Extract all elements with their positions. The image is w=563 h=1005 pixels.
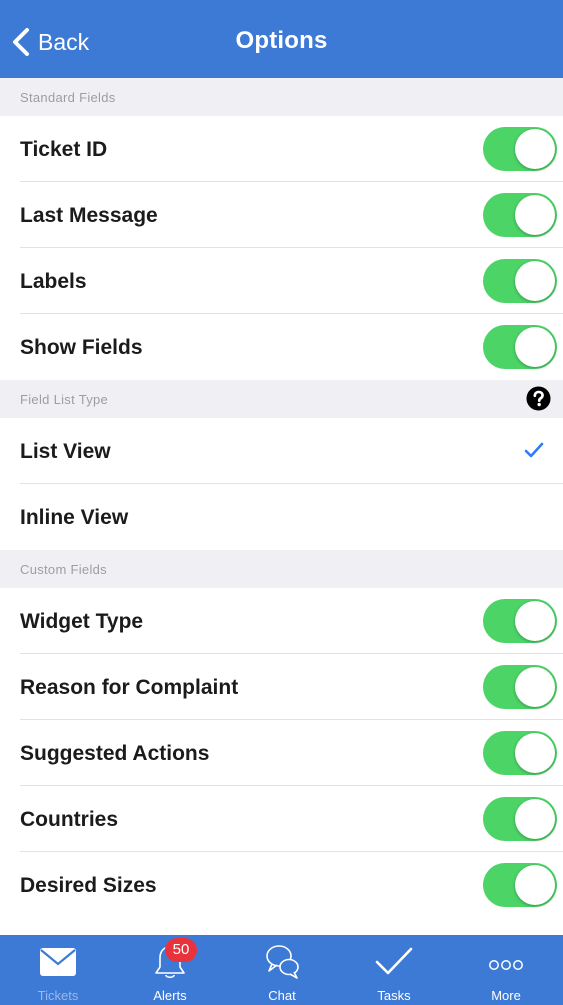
toggle-switch[interactable] [483,797,557,841]
section-header-field-list-type: Field List Type [0,380,563,418]
toggle-knob [515,327,555,367]
tab-label: Chat [268,988,296,1003]
checkmark-icon [375,947,413,975]
toggle-switch[interactable] [483,599,557,643]
option-label: List View [20,440,111,463]
toggle-switch[interactable] [483,665,557,709]
setting-label: Suggested Actions [20,742,210,765]
setting-label: Desired Sizes [20,874,157,897]
chat-bubbles-icon [266,945,299,979]
setting-row-desired-sizes: Desired Sizes [0,852,563,918]
envelope-icon [40,948,76,976]
toggle-knob [515,799,555,839]
tab-label: Tickets [37,988,79,1003]
question-circle-icon[interactable] [526,386,551,411]
toggle-switch[interactable] [483,259,557,303]
toggle-knob [515,667,555,707]
checkmark-icon [524,442,544,458]
section-header-standard-fields: Standard Fields [0,78,563,116]
tab-alerts[interactable]: 50 Alerts [114,935,226,1005]
toggle-switch[interactable] [483,731,557,775]
notification-badge: 50 [165,938,197,962]
tab-tasks[interactable]: Tasks [338,935,450,1005]
toggle-knob [515,865,555,905]
setting-label: Labels [20,270,87,293]
toggle-switch[interactable] [483,193,557,237]
tab-bar: Tickets 50 Alerts Chat Tasks More [0,935,563,1005]
setting-label: Widget Type [20,610,144,633]
section-header-label: Field List Type [20,392,109,407]
section-header-label: Standard Fields [20,90,116,105]
setting-row-countries: Countries [0,786,563,852]
navigation-bar: Back Options [0,0,563,78]
toggle-knob [515,601,555,641]
tab-label: Alerts [153,988,187,1003]
tab-label: More [491,988,521,1003]
option-row-inline-view[interactable]: Inline View [0,484,563,550]
toggle-switch[interactable] [483,325,557,369]
setting-label: Ticket ID [20,138,108,161]
options-list[interactable]: Standard Fields Ticket ID Last Message L… [0,78,563,935]
option-row-list-view[interactable]: List View [0,418,563,484]
section-header-custom-fields: Custom Fields [0,550,563,588]
toggle-knob [515,733,555,773]
setting-label: Countries [20,808,119,831]
tab-more[interactable]: More [450,935,562,1005]
ellipsis-icon [489,960,523,970]
setting-row-show-fields: Show Fields [0,314,563,380]
toggle-knob [515,261,555,301]
option-label: Inline View [20,506,129,529]
setting-label: Show Fields [20,336,143,359]
tab-chat[interactable]: Chat [226,935,338,1005]
setting-row-reason-for-complaint: Reason for Complaint [0,654,563,720]
setting-row-labels: Labels [0,248,563,314]
tab-label: Tasks [377,988,411,1003]
section-header-label: Custom Fields [20,562,107,577]
setting-row-widget-type: Widget Type [0,588,563,654]
setting-label: Reason for Complaint [20,676,239,699]
toggle-knob [515,195,555,235]
page-title: Options [235,27,328,54]
tab-tickets[interactable]: Tickets [2,935,114,1005]
setting-label: Last Message [20,204,158,227]
setting-row-last-message: Last Message [0,182,563,248]
setting-row-suggested-actions: Suggested Actions [0,720,563,786]
toggle-switch[interactable] [483,863,557,907]
setting-row-ticket-id: Ticket ID [0,116,563,182]
toggle-switch[interactable] [483,127,557,171]
toggle-knob [515,129,555,169]
